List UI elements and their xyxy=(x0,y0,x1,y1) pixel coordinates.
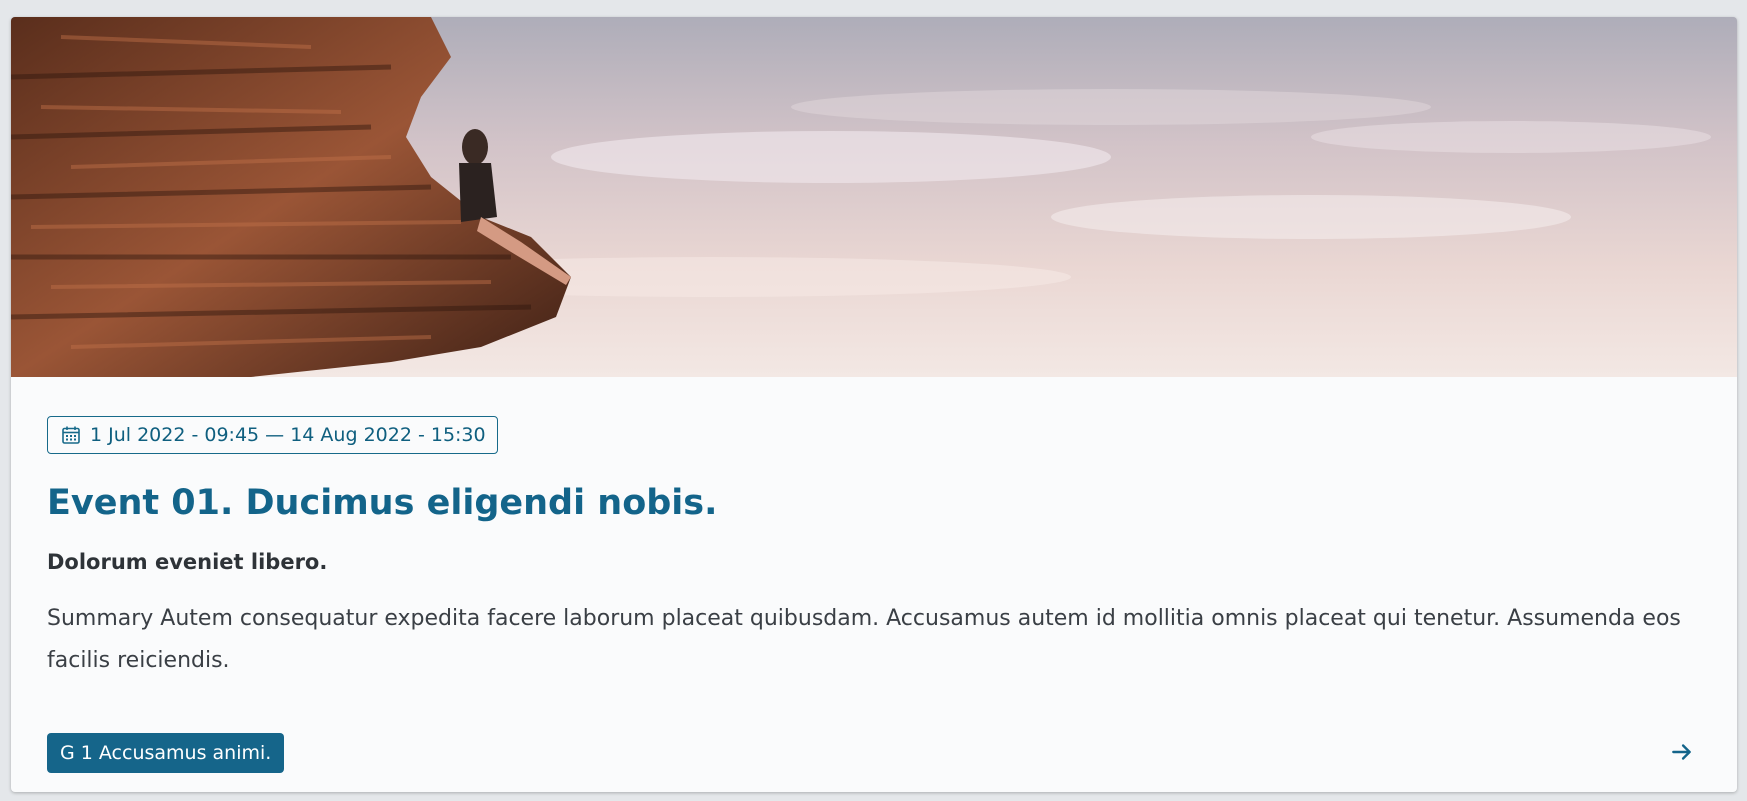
event-title[interactable]: Event 01. Ducimus eligendi nobis. xyxy=(47,482,1701,524)
arrow-right-icon[interactable] xyxy=(1669,739,1695,765)
event-tag[interactable]: G 1 Accusamus animi. xyxy=(47,733,285,773)
event-date-text: 1 Jul 2022 - 09:45 — 14 Aug 2022 - 15:30 xyxy=(90,424,486,446)
event-summary: Summary Autem consequatur expedita facer… xyxy=(47,606,1681,673)
event-hero-image xyxy=(11,17,1737,377)
event-subtitle: Dolorum eveniet libero. xyxy=(47,550,328,574)
calendar-icon xyxy=(62,426,80,444)
event-card-body: 1 Jul 2022 - 09:45 — 14 Aug 2022 - 15:30… xyxy=(47,416,1701,792)
cliff-photo xyxy=(11,17,1737,377)
event-card[interactable]: 1 Jul 2022 - 09:45 — 14 Aug 2022 - 15:30… xyxy=(11,17,1737,792)
event-date-badge: 1 Jul 2022 - 09:45 — 14 Aug 2022 - 15:30 xyxy=(47,416,498,454)
